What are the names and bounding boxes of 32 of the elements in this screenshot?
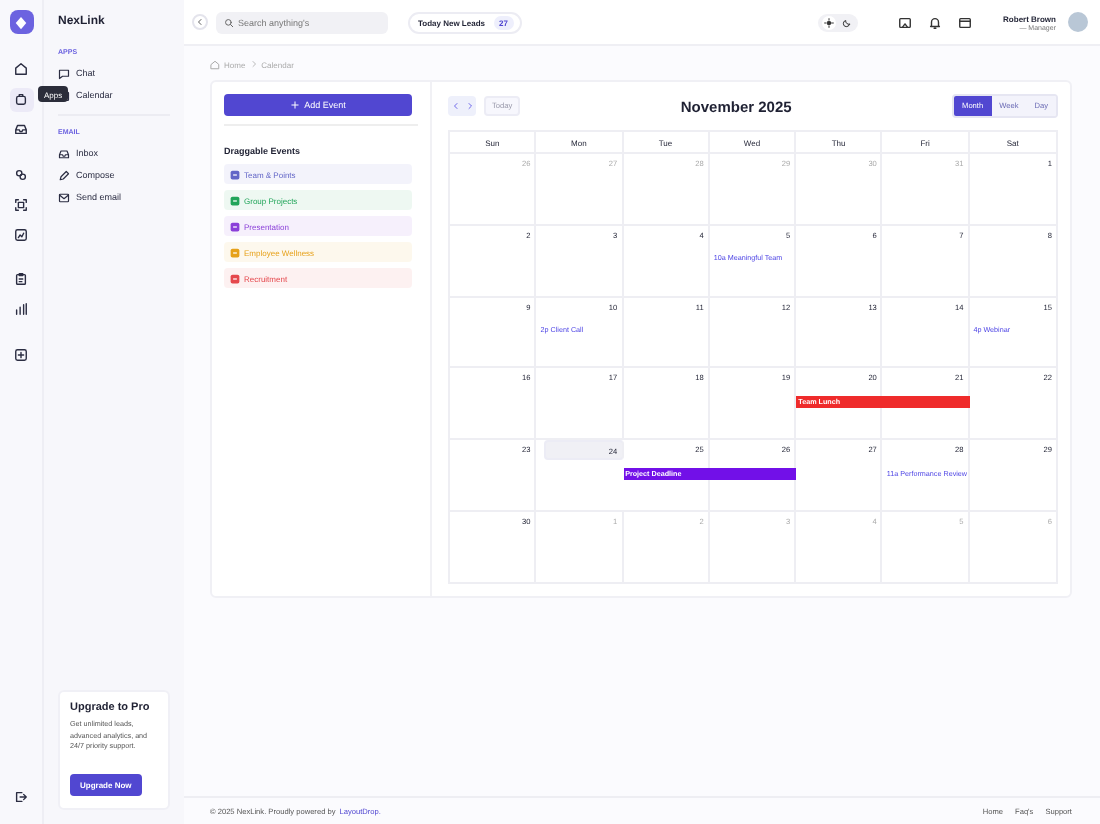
chevron-left-icon [196, 18, 204, 26]
sun-icon [823, 17, 834, 27]
panel-icon [957, 15, 972, 29]
envelope-icon [58, 191, 70, 203]
logo-icon [9, 10, 33, 34]
clipboard-icon [14, 272, 28, 286]
messages-button[interactable] [957, 15, 972, 29]
home-button[interactable] [9, 57, 33, 81]
chat-icon [58, 67, 70, 79]
tray-icon [58, 147, 70, 159]
tray-icon [14, 122, 28, 136]
home-icon [14, 62, 28, 76]
logout-icon [14, 790, 28, 804]
notifications-button[interactable] [927, 15, 942, 29]
chart-icon [14, 227, 28, 241]
apps-button[interactable] [897, 15, 912, 29]
link-icon [14, 167, 28, 181]
search-icon [224, 17, 234, 27]
scan-icon [14, 197, 28, 211]
box-button[interactable] [9, 87, 33, 111]
bar-chart-icon [14, 302, 28, 316]
home-icon [210, 59, 220, 69]
box-icon [14, 92, 28, 106]
plus-icon [290, 100, 301, 110]
bell-icon [927, 15, 942, 29]
chevron-left-icon [451, 102, 459, 110]
moon-icon [841, 17, 852, 27]
window-icon [897, 15, 912, 29]
chevron-right-icon [465, 102, 473, 110]
add-icon [14, 347, 28, 361]
theme-toggle[interactable] [817, 13, 858, 31]
pen-icon [58, 169, 70, 181]
